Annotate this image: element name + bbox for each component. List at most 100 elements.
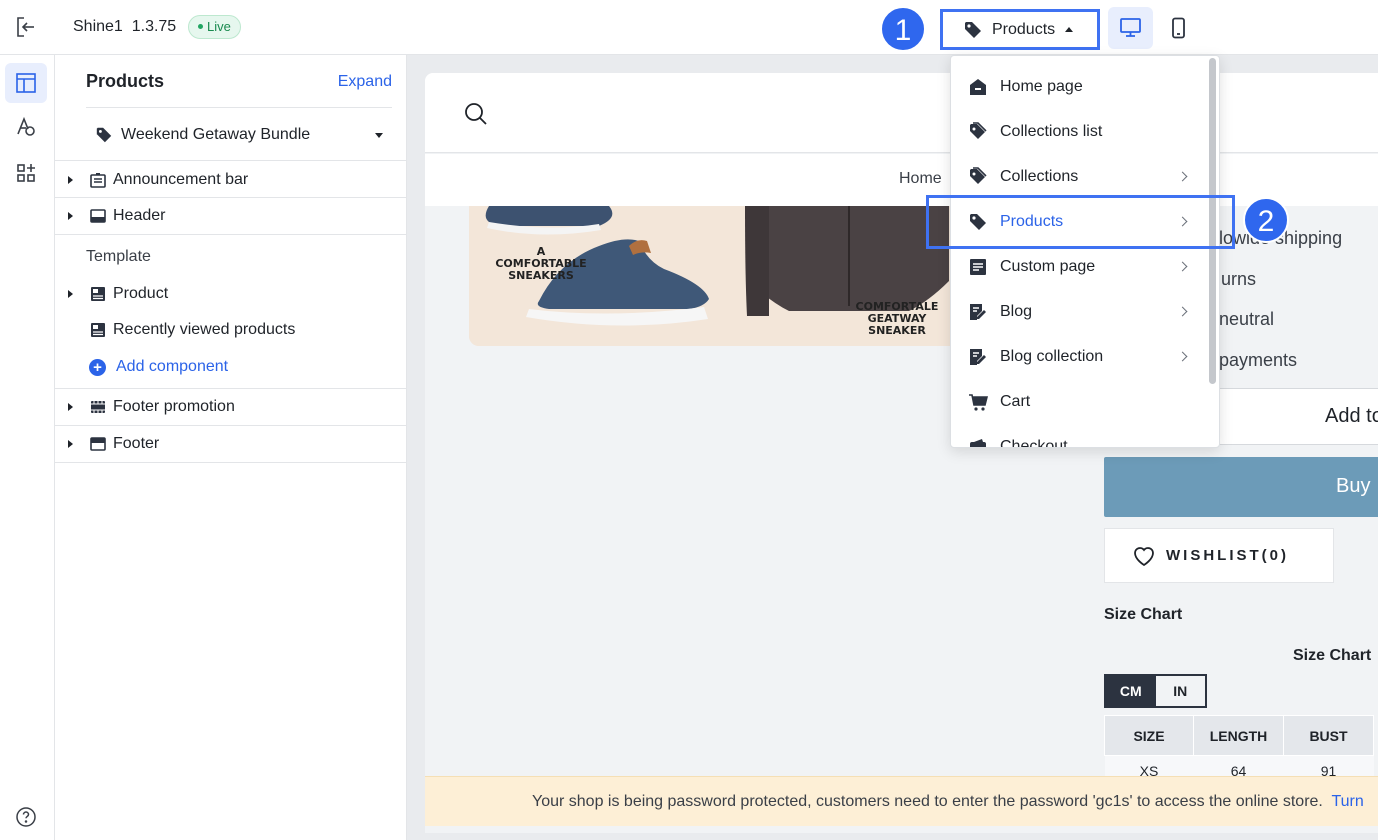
menu-item-label: Blog — [1000, 302, 1033, 320]
theme-name: Shine1 1.3.75 — [73, 18, 176, 36]
theme-version: 1.3.75 — [131, 18, 177, 35]
size-chart-title: Size Chart — [1293, 647, 1372, 664]
product-icon — [91, 323, 105, 337]
desktop-view-button[interactable] — [1108, 7, 1153, 49]
tag-icon — [96, 127, 112, 143]
menu-item-label: Custom page — [1000, 257, 1096, 275]
cart-icon — [969, 393, 988, 411]
menu-item-label: Checkout — [1000, 437, 1068, 448]
password-message: Your shop is being password protected, c… — [532, 793, 1323, 810]
layout-icon — [16, 73, 36, 93]
menu-item-label: Blog collection — [1000, 347, 1104, 365]
size-header: SIZE — [1104, 715, 1194, 756]
buy-now-button[interactable]: Buy — [1104, 457, 1378, 517]
rail-sections-button[interactable] — [5, 63, 47, 103]
step-marker-1: 1 — [880, 6, 926, 52]
buy-now-label: Buy — [1336, 475, 1371, 497]
menu-item-custom-page[interactable]: Custom page — [951, 244, 1207, 289]
section-footer[interactable]: Footer — [55, 426, 406, 462]
length-header: LENGTH — [1193, 715, 1284, 756]
store-nav: Home — [425, 154, 1378, 206]
unit-cm-button[interactable]: CM — [1106, 676, 1156, 706]
preview-canvas: Home A COMFORTABLE SNEAKERS COMFORTALE G… — [407, 55, 1378, 840]
size-chart-link[interactable]: Size Chart — [1104, 606, 1182, 624]
menu-item-collections[interactable]: Collections — [951, 154, 1207, 199]
caret-up-icon — [1065, 27, 1074, 32]
exit-icon[interactable] — [14, 15, 38, 39]
section-footer-promotion[interactable]: Footer promotion — [55, 389, 406, 425]
section-header[interactable]: Header — [55, 198, 406, 234]
section-label: Product — [113, 285, 169, 302]
add-to-cart-label: Add to — [1325, 405, 1378, 427]
add-component-button[interactable]: + Add component — [89, 358, 228, 376]
chevron-right-icon — [1177, 351, 1188, 362]
mobile-view-button[interactable] — [1156, 7, 1201, 49]
menu-item-blog[interactable]: Blog — [951, 289, 1207, 334]
menu-item-label: Home page — [1000, 77, 1083, 95]
password-notice-text: Your shop is being password protected, c… — [532, 793, 1364, 811]
turn-off-link[interactable]: Turn — [1331, 793, 1363, 810]
desktop-icon — [1120, 18, 1141, 37]
top-bar: Shine1 1.3.75 Live Products — [0, 0, 1378, 55]
chevron-right-icon — [1177, 171, 1188, 182]
theme-title: Shine1 — [73, 18, 123, 35]
wishlist-label: WISHLIST(0) — [1166, 547, 1289, 564]
feature-returns: urns — [1221, 269, 1257, 289]
product-icon — [91, 287, 105, 301]
wishlist-button[interactable]: WISHLIST(0) — [1104, 528, 1334, 583]
products-menu-highlight — [926, 195, 1235, 249]
selected-product-label: Weekend Getaway Bundle — [121, 126, 311, 143]
apps-add-icon — [17, 164, 35, 182]
nav-home-link[interactable]: Home — [899, 170, 942, 188]
add-component-label: Add component — [116, 358, 229, 375]
divider — [86, 107, 392, 108]
section-recently-viewed[interactable]: Recently viewed products — [55, 312, 406, 348]
rail-apps-button[interactable] — [5, 153, 47, 193]
footer-icon — [90, 437, 106, 451]
expand-arrow-icon[interactable] — [68, 290, 73, 298]
tags-icon — [970, 166, 987, 184]
banner-text-right: COMFORTALE GEATWAY SNEAKER — [855, 300, 939, 337]
page-type-dropdown: Home page Collections list Collections P… — [950, 55, 1220, 448]
sections-sidebar: Products Expand Weekend Getaway Bundle A… — [55, 55, 407, 840]
header-icon — [90, 209, 106, 223]
expand-link[interactable]: Expand — [338, 73, 392, 91]
menu-item-label: Collections list — [1000, 122, 1103, 140]
blog-icon — [970, 303, 986, 320]
template-heading: Template — [86, 248, 151, 265]
divider — [55, 234, 406, 235]
menu-item-collections-list[interactable]: Collections list — [951, 109, 1207, 154]
section-label: Header — [113, 207, 166, 224]
search-icon[interactable] — [463, 101, 489, 127]
section-label: Footer promotion — [113, 398, 235, 415]
typography-icon — [17, 116, 35, 136]
heart-icon — [1134, 546, 1154, 566]
chevron-right-icon — [1177, 261, 1188, 272]
expand-arrow-icon[interactable] — [68, 176, 73, 184]
rail-theme-styles-button[interactable] — [5, 107, 47, 147]
product-selector[interactable]: Weekend Getaway Bundle — [95, 123, 387, 147]
page-type-selector[interactable]: Products — [940, 9, 1100, 50]
caret-down-icon — [375, 132, 383, 138]
unit-in-button[interactable]: IN — [1156, 676, 1206, 706]
section-product[interactable]: Product — [55, 276, 406, 312]
banner-text-left: A COMFORTABLE SNEAKERS — [495, 245, 587, 282]
help-icon — [16, 807, 36, 827]
menu-item-blog-collection[interactable]: Blog collection — [951, 334, 1207, 379]
expand-arrow-icon[interactable] — [68, 440, 73, 448]
menu-item-checkout[interactable]: Checkout — [951, 424, 1207, 448]
divider — [55, 160, 406, 161]
page-icon — [970, 258, 986, 275]
menu-item-label: Cart — [1000, 392, 1031, 410]
wallet-icon — [970, 438, 986, 447]
page-type-label: Products — [992, 20, 1056, 38]
password-notice-bar: Your shop is being password protected, c… — [425, 776, 1378, 826]
divider — [55, 462, 406, 463]
unit-toggle: CM IN — [1104, 674, 1207, 708]
expand-arrow-icon[interactable] — [68, 212, 73, 220]
menu-item-home-page[interactable]: Home page — [951, 64, 1207, 109]
section-announcement-bar[interactable]: Announcement bar — [55, 162, 406, 198]
expand-arrow-icon[interactable] — [68, 403, 73, 411]
help-button[interactable] — [5, 797, 47, 837]
menu-item-cart[interactable]: Cart — [951, 379, 1207, 424]
